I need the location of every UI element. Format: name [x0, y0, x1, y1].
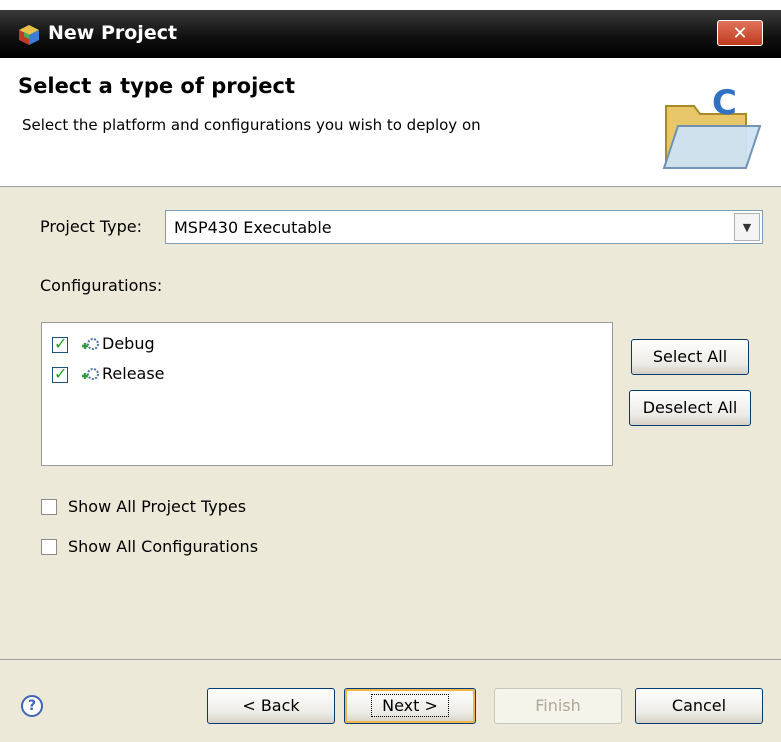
close-button[interactable]: ✕ [717, 20, 763, 46]
release-checkbox[interactable]: ✓ [52, 364, 68, 383]
finish-button[interactable]: Finish [494, 688, 622, 724]
list-item-label: Release [102, 364, 165, 383]
page-title: Select a type of project [18, 74, 296, 98]
show-all-project-types-checkbox[interactable] [41, 499, 57, 515]
app-cube-icon [19, 25, 39, 45]
footer-separator [0, 659, 781, 660]
help-icon[interactable]: ? [21, 695, 43, 717]
title-bar: New Project ✕ [0, 0, 781, 66]
cancel-button[interactable]: Cancel [635, 688, 763, 724]
configurations-list[interactable]: ✓ Debug ✓ Release [41, 322, 613, 466]
window-title: New Project [48, 22, 178, 44]
back-button[interactable]: < Back [207, 688, 335, 724]
next-button[interactable]: Next > [344, 688, 476, 724]
debug-checkbox[interactable]: ✓ [52, 334, 68, 353]
project-type-label: Project Type: [40, 217, 142, 236]
chevron-down-icon[interactable]: ▼ [734, 213, 760, 241]
configuration-gear-icon [82, 338, 99, 350]
configuration-gear-icon [82, 368, 99, 380]
close-icon: ✕ [732, 23, 748, 44]
project-type-value: MSP430 Executable [174, 218, 332, 237]
checkmark-icon: ✓ [54, 364, 68, 383]
show-all-configurations-label[interactable]: Show All Configurations [68, 537, 258, 556]
page-subtitle: Select the platform and configurations y… [22, 116, 481, 134]
svg-text:C: C [712, 84, 737, 123]
show-all-project-types-label[interactable]: Show All Project Types [68, 497, 246, 516]
project-type-dropdown[interactable]: MSP430 Executable ▼ [165, 210, 763, 244]
show-all-configurations-checkbox[interactable] [41, 539, 57, 555]
folder-icon: C [662, 84, 762, 169]
configurations-label: Configurations: [40, 276, 163, 295]
next-button-label: Next > [371, 694, 449, 717]
select-all-button[interactable]: Select All [631, 339, 749, 375]
list-item-label: Debug [102, 334, 155, 353]
checkmark-icon: ✓ [54, 334, 68, 353]
new-project-dialog: New Project ✕ Select a type of project S… [0, 0, 781, 742]
deselect-all-button[interactable]: Deselect All [629, 390, 751, 426]
